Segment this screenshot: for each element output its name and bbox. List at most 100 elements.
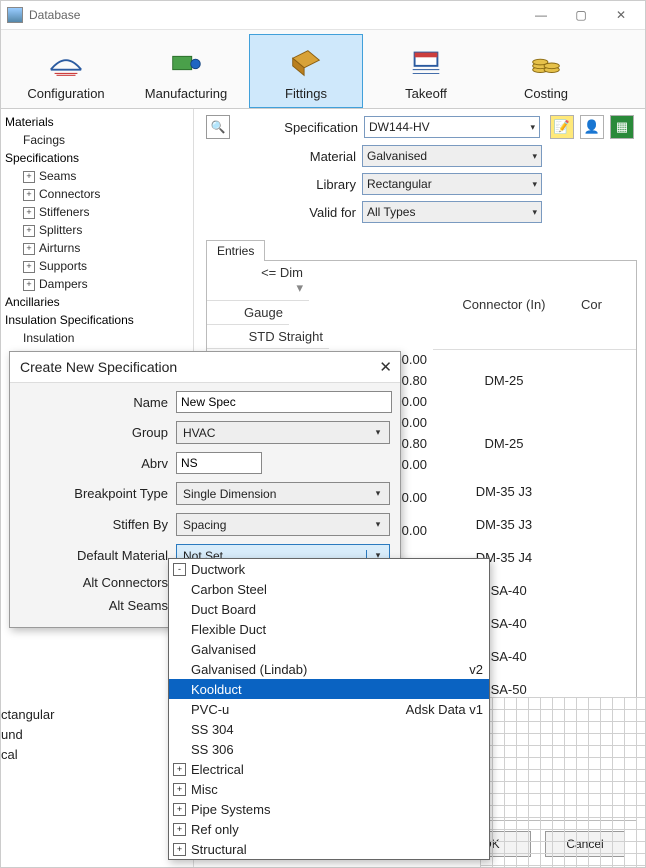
label-breakpoint: Breakpoint Type [18, 486, 168, 501]
dropdown-item-label: Koolduct [191, 682, 242, 697]
chevron-down-icon: ▾ [370, 519, 386, 530]
tab-label: Takeoff [405, 86, 447, 101]
dropdown-item-label: Pipe Systems [191, 802, 270, 817]
dropdown-item-label: Ref only [191, 822, 239, 837]
dropdown-item-label: Galvanised (Lindab) [191, 662, 307, 677]
minimize-button[interactable]: — [521, 1, 561, 29]
label-validfor: Valid for [248, 205, 356, 220]
tree-item-facings[interactable]: Facings [5, 131, 189, 149]
dropdown-item[interactable]: + Electrical [169, 759, 489, 779]
material-dropdown[interactable]: -Ductwork Carbon Steel Duct Board Flexible … [168, 558, 490, 860]
drawing-grid [480, 697, 645, 867]
chevron-down-icon: ▾ [530, 122, 535, 133]
tab-manufacturing[interactable]: Manufacturing [129, 34, 243, 108]
close-icon[interactable]: ✕ [379, 358, 392, 376]
expand-icon[interactable]: + [173, 783, 186, 796]
sort-icon[interactable]: ▾ [213, 280, 303, 296]
validfor-combo[interactable]: All Types▾ [362, 201, 542, 223]
tree-item-insulation-specs[interactable]: Insulation Specifications [5, 311, 189, 329]
tree-item-insulation[interactable]: Insulation [5, 329, 189, 347]
tab-fittings[interactable]: Fittings [249, 34, 363, 108]
label-stiffen: Stiffen By [18, 517, 168, 532]
expand-icon[interactable]: + [173, 843, 186, 856]
dropdown-item[interactable]: + Pipe Systems [169, 799, 489, 819]
dropdown-item[interactable]: -Ductwork [169, 559, 489, 579]
library-combo[interactable]: Rectangular▾ [362, 173, 542, 195]
dropdown-item-label: Structural [191, 842, 247, 857]
dropdown-item[interactable]: Koolduct [169, 679, 489, 699]
dropdown-item-label: Misc [191, 782, 218, 797]
abrv-input[interactable] [176, 452, 262, 474]
chevron-down-icon: ▾ [532, 207, 537, 218]
dropdown-item-label: Galvanised [191, 642, 256, 657]
tab-takeoff[interactable]: Takeoff [369, 34, 483, 108]
dropdown-item[interactable]: Galvanised [169, 639, 489, 659]
specification-combo[interactable]: DW144-HV▾ [364, 116, 540, 138]
dropdown-item-label: Electrical [191, 762, 244, 777]
tree-item-ancillaries[interactable]: Ancillaries [5, 293, 189, 311]
name-input[interactable] [176, 391, 392, 413]
tree-item-splitters[interactable]: +Splitters [5, 221, 189, 239]
chevron-down-icon: ▾ [532, 179, 537, 190]
window-title: Database [29, 8, 521, 22]
tree-item-airturns[interactable]: +Airturns [5, 239, 189, 257]
database-window: Database — ▢ ✕ Configuration Manufacturi… [0, 0, 646, 868]
dropdown-item[interactable]: + Ref only [169, 819, 489, 839]
breakpoint-combo[interactable]: Single Dimension▾ [176, 482, 390, 505]
group-combo[interactable]: HVAC▾ [176, 421, 390, 444]
label-alt-seams: Alt Seams [18, 598, 168, 613]
tree-item-connectors[interactable]: +Connectors [5, 185, 189, 203]
tree-item-dampers[interactable]: +Dampers [5, 275, 189, 293]
tree-item-materials[interactable]: Materials [5, 113, 189, 131]
close-button[interactable]: ✕ [601, 1, 641, 29]
label-name: Name [18, 395, 168, 410]
dialog-title: Create New Specification [20, 359, 177, 375]
dropdown-item[interactable]: Duct Board [169, 599, 489, 619]
tree-item-specifications[interactable]: Specifications [5, 149, 189, 167]
app-icon [7, 7, 23, 23]
label-abrv: Abrv [18, 456, 168, 471]
tab-configuration[interactable]: Configuration [9, 34, 123, 108]
search-icon[interactable]: 🔍 [206, 115, 230, 139]
expand-icon[interactable]: + [23, 261, 35, 273]
expand-icon[interactable]: + [23, 189, 35, 201]
dropdown-item[interactable]: SS 304 [169, 719, 489, 739]
tree-item-supports[interactable]: +Supports [5, 257, 189, 275]
expand-icon[interactable]: + [23, 171, 35, 183]
dropdown-item-label: Flexible Duct [191, 622, 266, 637]
fittings-icon [287, 46, 325, 80]
maximize-button[interactable]: ▢ [561, 1, 601, 29]
expand-icon[interactable]: - [173, 563, 186, 576]
expand-icon[interactable]: + [173, 823, 186, 836]
label-material: Material [248, 149, 356, 164]
tab-label: Fittings [285, 86, 327, 101]
tab-label: Configuration [27, 86, 104, 101]
expand-icon[interactable]: + [23, 243, 35, 255]
entries-tab[interactable]: Entries [206, 240, 265, 261]
dropdown-item[interactable]: + Structural [169, 839, 489, 859]
tab-costing[interactable]: Costing [489, 34, 603, 108]
label-library: Library [248, 177, 356, 192]
dropdown-item[interactable]: + Misc [169, 779, 489, 799]
dropdown-item-label: Carbon Steel [191, 582, 267, 597]
expand-icon[interactable]: + [23, 207, 35, 219]
notes-icon[interactable]: 📝 [550, 115, 574, 139]
expand-icon[interactable]: + [173, 803, 186, 816]
user-icon[interactable]: 👤 [580, 115, 604, 139]
expand-icon[interactable]: + [23, 279, 35, 291]
expand-icon[interactable]: + [173, 763, 186, 776]
sheet-icon[interactable]: ▦ [610, 115, 634, 139]
dropdown-item[interactable]: Flexible Duct [169, 619, 489, 639]
takeoff-icon [407, 46, 445, 80]
material-combo[interactable]: Galvanised▾ [362, 145, 542, 167]
tree-item-stiffeners[interactable]: +Stiffeners [5, 203, 189, 221]
dropdown-item[interactable]: SS 306 [169, 739, 489, 759]
stiffen-combo[interactable]: Spacing▾ [176, 513, 390, 536]
tree-item-seams[interactable]: +Seams [5, 167, 189, 185]
dropdown-item[interactable]: Carbon Steel [169, 579, 489, 599]
dropdown-item[interactable]: PVC-uAdsk Data v1 [169, 699, 489, 719]
dropdown-item[interactable]: Galvanised (Lindab)v2 [169, 659, 489, 679]
configuration-icon [47, 46, 85, 80]
table-header-row: <= Dim ▾ Gauge STD Straight Connector (I… [207, 261, 636, 349]
expand-icon[interactable]: + [23, 225, 35, 237]
